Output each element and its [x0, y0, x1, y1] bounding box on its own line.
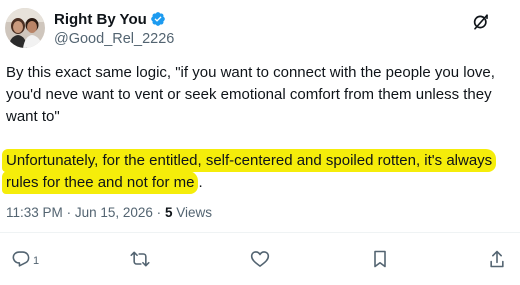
tweet-time[interactable]: 11:33 PM — [6, 205, 63, 220]
handle[interactable]: @Good_Rel_2226 — [54, 31, 174, 47]
retweet-icon — [130, 251, 150, 267]
reply-button[interactable]: 1 — [11, 248, 39, 270]
highlighted-text: Unfortunately, for the entitled, self-ce… — [2, 149, 497, 194]
views-count: 5 — [164, 205, 173, 220]
meta-separator: · — [66, 205, 72, 220]
avatar[interactable] — [5, 8, 45, 48]
tweet-paragraph-2-tail: . — [198, 174, 203, 191]
share-icon — [490, 250, 504, 268]
meta-separator: · — [156, 205, 162, 220]
tweet-paragraph-1: By this exact same logic, "if you want t… — [6, 64, 495, 125]
display-name[interactable]: Right By You — [54, 11, 147, 28]
tweet: Right By You @Good_Rel_2226 By this exac… — [0, 0, 520, 285]
share-button[interactable] — [488, 248, 506, 270]
bookmark-button[interactable] — [371, 248, 389, 270]
divider — [0, 232, 520, 233]
avatar-photo-icon — [5, 8, 45, 48]
grok-icon[interactable] — [472, 13, 490, 31]
bookmark-icon — [374, 250, 386, 268]
tweet-header: Right By You @Good_Rel_2226 — [54, 10, 174, 48]
tweet-date[interactable]: Jun 15, 2026 — [75, 205, 153, 220]
retweet-button[interactable] — [130, 248, 150, 270]
name-row: Right By You — [54, 10, 174, 28]
tweet-meta: 11:33 PM · Jun 15, 2026 · 5 Views — [6, 205, 212, 220]
tweet-text: By this exact same logic, "if you want t… — [2, 62, 511, 194]
heart-icon — [250, 251, 270, 267]
verified-badge-icon — [150, 11, 166, 27]
views-label: Views — [176, 205, 212, 220]
reply-icon — [12, 251, 30, 267]
tweet-paragraph-2: Unfortunately, for the entitled, self-ce… — [2, 149, 511, 194]
like-button[interactable] — [250, 248, 270, 270]
reply-count: 1 — [33, 255, 40, 267]
